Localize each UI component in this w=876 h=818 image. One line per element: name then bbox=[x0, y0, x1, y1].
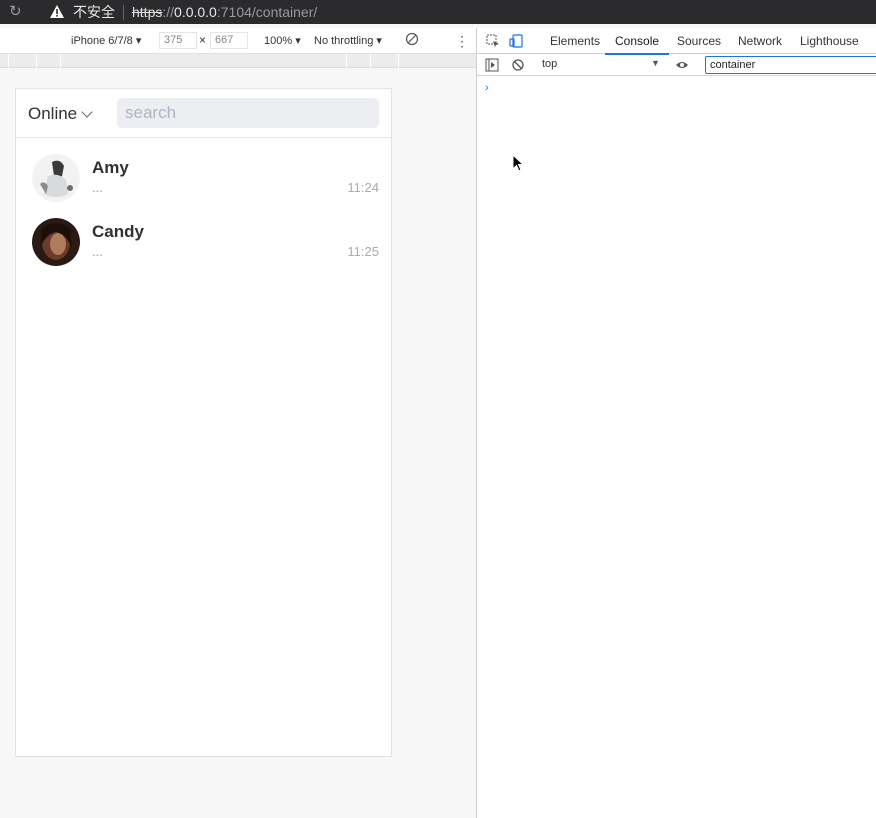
tab-console[interactable]: Console bbox=[604, 34, 670, 55]
chat-header: Online bbox=[16, 89, 391, 138]
throttling-select[interactable]: No throttling ▾ bbox=[314, 34, 382, 47]
eye-icon[interactable] bbox=[675, 58, 689, 72]
message-preview: ... bbox=[92, 180, 103, 195]
device-toggle-icon[interactable] bbox=[509, 34, 523, 48]
chevron-down-icon bbox=[81, 105, 93, 118]
conversation-item[interactable]: Amy ... 11:24 bbox=[16, 146, 391, 210]
zoom-label: 100% bbox=[264, 35, 293, 47]
console-filter-input[interactable] bbox=[705, 56, 876, 74]
tab-sources[interactable]: Sources bbox=[677, 34, 721, 48]
conversation-item[interactable]: Candy ... 11:25 bbox=[16, 210, 391, 274]
tab-network[interactable]: Network bbox=[738, 34, 782, 48]
zoom-select[interactable]: 100% ▾ bbox=[264, 34, 301, 47]
more-options-icon[interactable]: ⋮ bbox=[455, 33, 469, 50]
mouse-cursor-icon bbox=[512, 153, 525, 177]
url-scheme: https bbox=[132, 4, 163, 20]
search-input[interactable] bbox=[117, 98, 379, 128]
rotate-icon[interactable] bbox=[405, 32, 419, 49]
device-toolbar: iPhone 6/7/8 ▾ 375 × 667 100% ▾ No throt… bbox=[0, 28, 476, 54]
message-time: 11:25 bbox=[347, 244, 379, 259]
contact-name: Candy bbox=[92, 222, 144, 241]
chevron-down-icon: ▼ bbox=[651, 58, 660, 68]
message-preview: ... bbox=[92, 244, 103, 259]
divider bbox=[123, 4, 124, 20]
inspect-element-icon[interactable] bbox=[486, 34, 500, 48]
warning-icon[interactable] bbox=[49, 4, 65, 20]
console-toolbar: top ▼ bbox=[477, 54, 876, 76]
device-label: iPhone 6/7/8 bbox=[71, 35, 133, 47]
device-select[interactable]: iPhone 6/7/8 ▾ bbox=[71, 34, 141, 47]
status-dropdown[interactable]: Online bbox=[28, 104, 93, 124]
media-query-ruler[interactable] bbox=[0, 54, 476, 68]
avatar bbox=[32, 218, 80, 266]
message-time: 11:24 bbox=[347, 180, 379, 195]
status-label: Online bbox=[28, 104, 78, 123]
sidebar-toggle-icon[interactable] bbox=[485, 58, 499, 72]
avatar bbox=[32, 154, 80, 202]
devtools-panel: Elements Console Sources Network Lightho… bbox=[476, 28, 876, 818]
phone-viewport: Online Amy ... 11:24 Can bbox=[15, 88, 392, 757]
throttling-label: No throttling bbox=[314, 35, 374, 47]
clear-console-icon[interactable] bbox=[511, 58, 525, 72]
address-bar: ↻ 不安全 https://0.0.0.0:7104/container/ bbox=[0, 0, 876, 24]
times-sign: × bbox=[199, 33, 207, 47]
height-input[interactable]: 667 bbox=[210, 32, 248, 49]
reload-icon[interactable]: ↻ bbox=[9, 4, 25, 20]
console-prompt[interactable]: › bbox=[485, 82, 489, 94]
url-separator: :// bbox=[162, 4, 175, 20]
context-select[interactable]: top bbox=[542, 58, 557, 70]
width-input[interactable]: 375 bbox=[159, 32, 197, 49]
contact-name: Amy bbox=[92, 158, 129, 177]
tab-lighthouse[interactable]: Lighthouse bbox=[800, 34, 859, 48]
devtools-tab-bar: Elements Console Sources Network Lightho… bbox=[477, 28, 876, 55]
url-host: 0.0.0.0 bbox=[174, 4, 217, 20]
url-field[interactable]: https://0.0.0.0:7104/container/ bbox=[132, 4, 317, 20]
insecure-label[interactable]: 不安全 bbox=[73, 2, 115, 22]
tab-elements[interactable]: Elements bbox=[550, 34, 600, 48]
url-path: :7104/container/ bbox=[216, 4, 318, 20]
